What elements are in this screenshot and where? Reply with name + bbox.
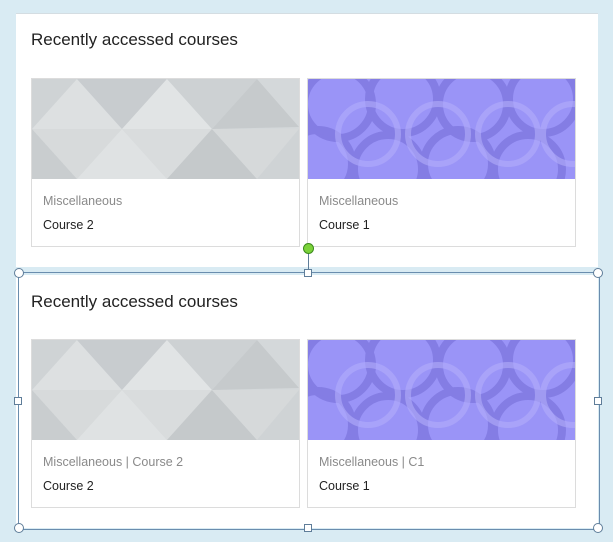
course-name-link[interactable]: Course 2 [43,218,94,232]
course-card-course-1[interactable]: Miscellaneous | C1 Course 1 [307,339,576,508]
resize-handle-left[interactable] [14,397,22,405]
recent-courses-block-selected[interactable]: Recently accessed courses Miscellaneous … [16,275,598,528]
rotation-handle[interactable] [303,243,314,254]
course-name-link[interactable]: Course 2 [43,479,94,493]
block-title: Recently accessed courses [31,30,238,49]
resize-handle-top[interactable] [304,269,312,277]
course-image-grey-triangles [32,340,299,440]
course-image-purple-circles [308,79,575,179]
course-name-link[interactable]: Course 1 [319,479,370,493]
resize-handle-bottom[interactable] [304,524,312,532]
resize-handle-bottom-left[interactable] [14,523,24,533]
course-category: Miscellaneous [43,194,123,208]
resize-handle-right[interactable] [594,397,602,405]
course-category: Miscellaneous | Course 2 [43,455,184,469]
course-card-course-2[interactable]: Miscellaneous Course 2 [31,78,300,247]
course-category: Miscellaneous [319,194,399,208]
course-image-grey-triangles [32,79,299,179]
recent-courses-block-top: Recently accessed courses Miscellaneous [16,13,598,267]
course-image-purple-circles [308,340,575,440]
course-category: Miscellaneous | C1 [319,455,425,469]
course-card-course-2[interactable]: Miscellaneous | Course 2 Course 2 [31,339,300,508]
block-title: Recently accessed courses [31,292,238,311]
resize-handle-bottom-right[interactable] [593,523,603,533]
resize-handle-top-left[interactable] [14,268,24,278]
resize-handle-top-right[interactable] [593,268,603,278]
course-card-course-1[interactable]: Miscellaneous Course 1 [307,78,576,247]
course-name-link[interactable]: Course 1 [319,218,370,232]
